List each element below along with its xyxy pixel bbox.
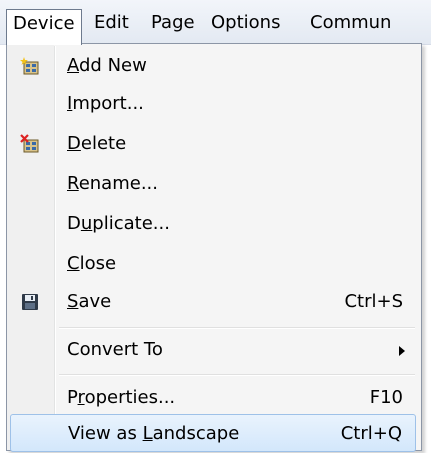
menu-item-label: Import... (67, 93, 144, 114)
save-icon (22, 294, 38, 310)
menu-item-shortcut: F10 (369, 387, 403, 408)
menu-item-import[interactable]: Import... (9, 85, 417, 123)
menu-item-label: Properties... (67, 387, 176, 408)
menu-item-shortcut: Ctrl+S (344, 291, 403, 312)
menu-options[interactable]: Options (205, 10, 286, 36)
menu-item-label: Duplicate... (67, 213, 170, 234)
menu-communication[interactable]: Commun (304, 10, 397, 36)
menu-item-label: Convert To (67, 339, 163, 360)
menu-item-label: Delete (67, 133, 127, 154)
menu-item-view-as-landscape[interactable]: View as Landscape Ctrl+Q (10, 414, 416, 452)
menu-item-properties[interactable]: Properties... F10 (9, 379, 417, 417)
menu-item-duplicate[interactable]: Duplicate... (9, 205, 417, 243)
menu-item-delete[interactable]: Delete (9, 125, 417, 163)
menu-item-close[interactable]: Close (9, 245, 417, 283)
application-window: Device Edit Page Options Commun Add New … (0, 0, 431, 453)
menu-item-label: Close (67, 253, 117, 274)
menu-item-add-new[interactable]: Add New (9, 47, 417, 85)
submenu-arrow-icon (399, 346, 405, 356)
menu-item-label: View as Landscape (68, 423, 240, 444)
menu-edit[interactable]: Edit (88, 10, 135, 36)
menu-item-shortcut: Ctrl+Q (340, 423, 402, 444)
menu-item-convert-to[interactable]: Convert To (9, 331, 417, 369)
menu-item-rename[interactable]: Rename... (9, 165, 417, 203)
menu-item-label: Add New (67, 55, 147, 76)
menu-bar: Device Edit Page Options Commun (0, 0, 431, 45)
menu-separator (59, 374, 415, 376)
add-device-icon (20, 57, 39, 75)
delete-device-icon (20, 134, 39, 153)
menu-item-save[interactable]: Save Ctrl+S (9, 283, 417, 321)
menu-separator (59, 327, 415, 329)
device-dropdown-menu: Add New Import... Delete Rename... Dupli… (6, 43, 422, 452)
menu-device[interactable]: Device (6, 9, 82, 45)
menu-item-label: Save (67, 291, 112, 312)
menu-page[interactable]: Page (145, 10, 201, 36)
menu-item-label: Rename... (67, 173, 158, 194)
